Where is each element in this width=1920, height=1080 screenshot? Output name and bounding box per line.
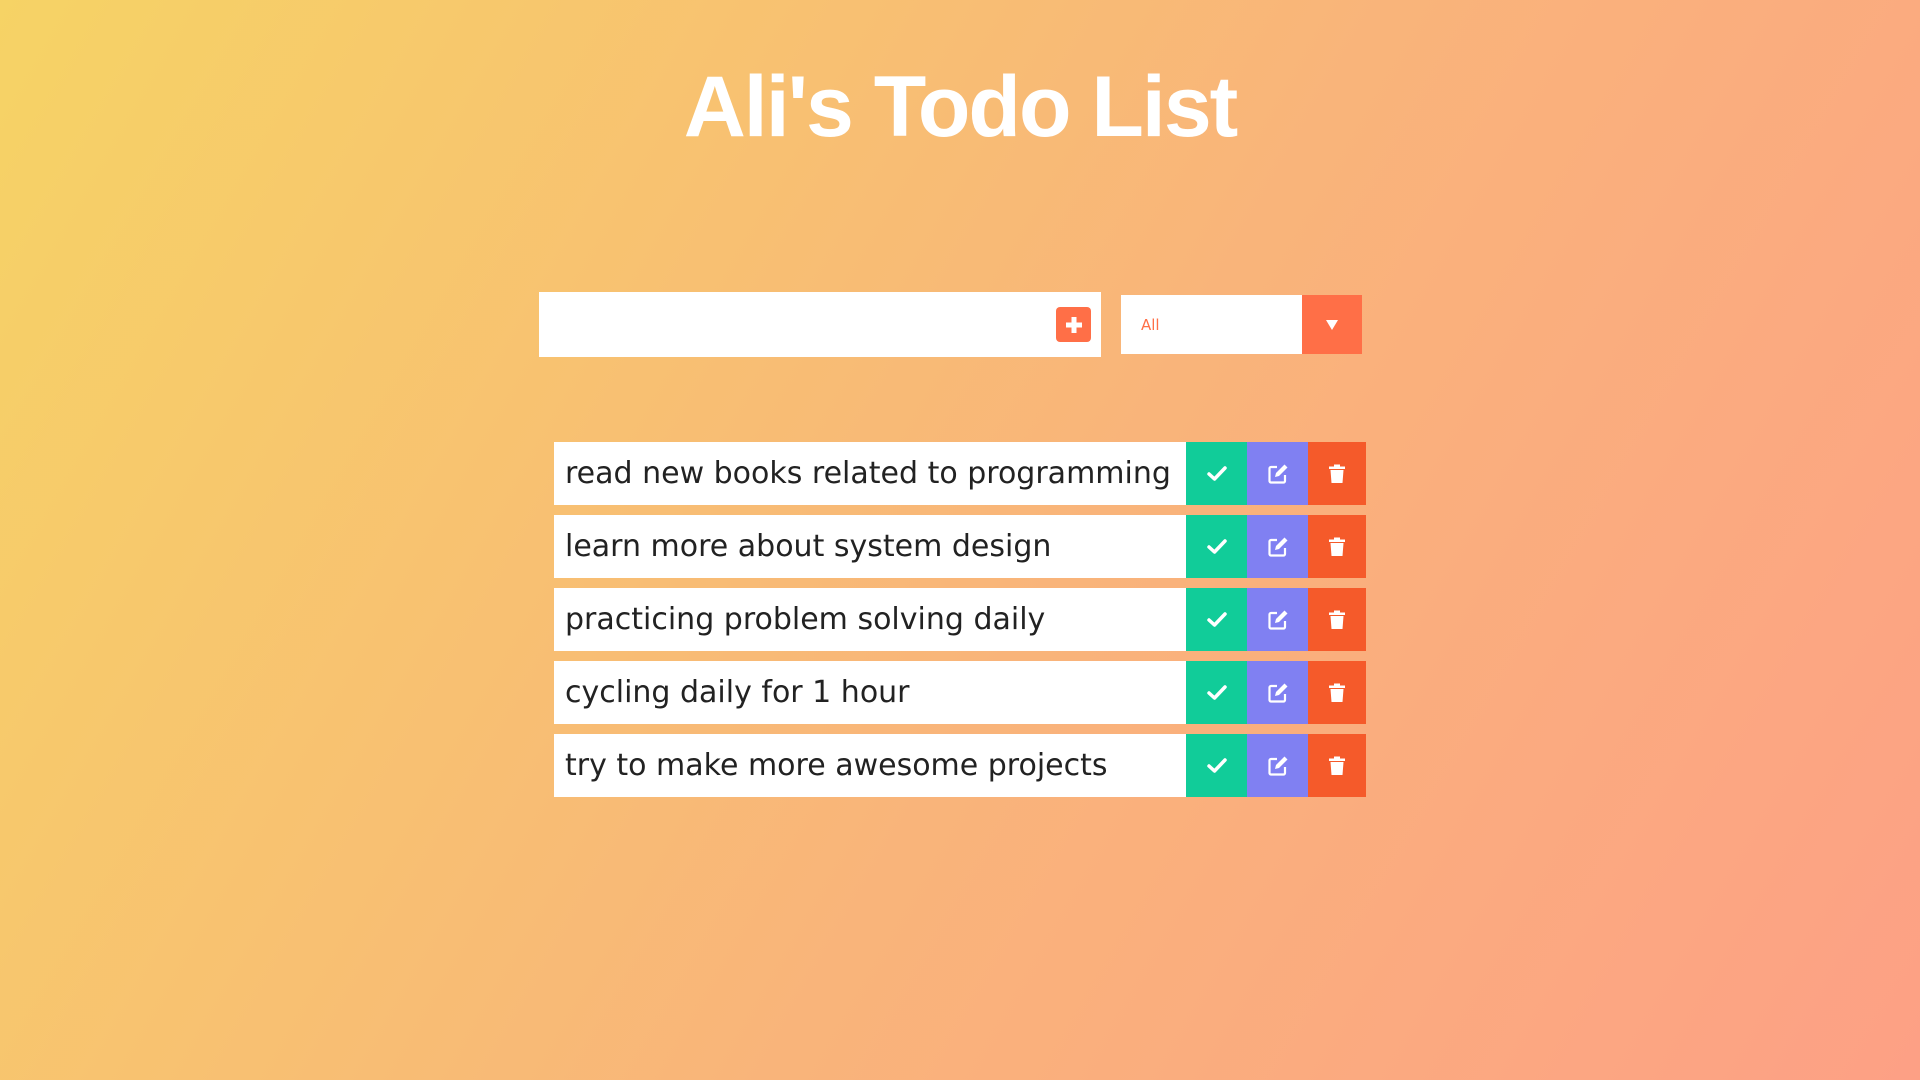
trash-icon [1329,610,1345,629]
todo-text: try to make more awesome projects [554,734,1186,797]
check-icon [1206,611,1227,627]
check-icon [1206,684,1227,700]
edit-icon [1267,610,1287,630]
trash-icon [1329,756,1345,775]
plus-icon [1065,316,1082,333]
caret-down-icon [1326,319,1338,330]
delete-button[interactable] [1308,442,1366,505]
edit-button[interactable] [1247,515,1308,578]
complete-button[interactable] [1186,734,1247,797]
trash-icon [1329,683,1345,702]
complete-button[interactable] [1186,661,1247,724]
filter-dropdown-arrow[interactable] [1302,295,1362,354]
edit-button[interactable] [1247,442,1308,505]
delete-button[interactable] [1308,734,1366,797]
todo-item: try to make more awesome projects [554,734,1366,797]
todo-item: practicing problem solving daily [554,588,1366,651]
edit-button[interactable] [1247,661,1308,724]
edit-icon [1267,537,1287,557]
todo-text: cycling daily for 1 hour [554,661,1186,724]
todo-text: practicing problem solving daily [554,588,1186,651]
filter-select-value[interactable]: All [1121,295,1301,354]
todo-input[interactable] [539,292,1039,357]
check-icon [1206,757,1227,773]
trash-icon [1329,464,1345,483]
todo-text: read new books related to programming [554,442,1186,505]
edit-icon [1267,683,1287,703]
todo-item: read new books related to programming [554,442,1366,505]
add-todo-button[interactable] [1056,307,1091,342]
edit-button[interactable] [1247,588,1308,651]
todo-input-wrapper [539,292,1101,357]
delete-button[interactable] [1308,661,1366,724]
page-title: Ali's Todo List [683,59,1239,155]
complete-button[interactable] [1186,588,1247,651]
todo-item: cycling daily for 1 hour [554,661,1366,724]
check-icon [1206,538,1227,554]
edit-icon [1267,464,1287,484]
delete-button[interactable] [1308,515,1366,578]
edit-button[interactable] [1247,734,1308,797]
todo-form: All [539,292,1362,357]
check-icon [1206,465,1227,481]
filter-dropdown[interactable]: All [1121,295,1362,354]
complete-button[interactable] [1186,515,1247,578]
todo-item: learn more about system design [554,515,1366,578]
todo-list: read new books related to programming le… [554,442,1366,807]
edit-icon [1267,756,1287,776]
todo-text: learn more about system design [554,515,1186,578]
complete-button[interactable] [1186,442,1247,505]
trash-icon [1329,537,1345,556]
delete-button[interactable] [1308,588,1366,651]
